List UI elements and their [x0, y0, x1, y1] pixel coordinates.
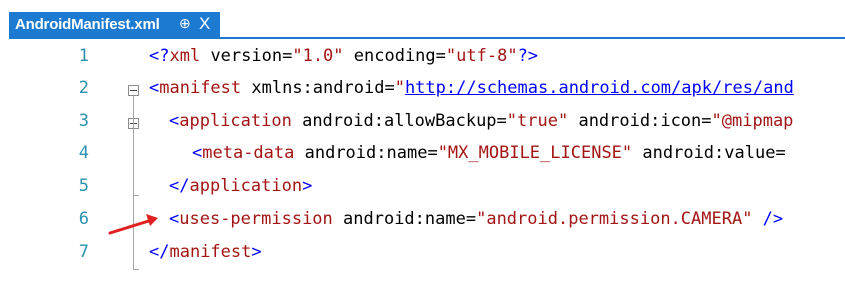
- token: version: [200, 46, 283, 66]
- token: >: [251, 242, 262, 262]
- token: application: [179, 111, 292, 131]
- line-number: 7: [78, 242, 89, 262]
- token: "1.0": [292, 46, 344, 66]
- token: <: [192, 143, 203, 163]
- line-number: 6: [78, 209, 89, 229]
- fold-toggle-icon[interactable]: [128, 85, 139, 96]
- code-line-1[interactable]: <?xml version="1.0" encoding="utf-8"?>: [149, 46, 538, 66]
- token: "utf-8": [445, 46, 518, 66]
- token: android:value: [632, 143, 776, 163]
- tab-title: AndroidManifest.xml: [15, 16, 160, 33]
- token: android:name: [332, 209, 466, 229]
- token: <: [149, 78, 160, 98]
- code-line-4[interactable]: <meta-data android:name="MX_MOBILE_LICEN…: [192, 143, 786, 163]
- code-line-3[interactable]: <application android:allowBackup="true" …: [169, 111, 793, 131]
- token: manifest: [169, 242, 252, 262]
- token: android:icon: [568, 111, 702, 131]
- token: "MX_MOBILE_LICENSE": [437, 143, 633, 163]
- url-link[interactable]: http://schemas.android.com/apk/res/and: [405, 78, 794, 98]
- code-line-7[interactable]: </manifest>: [149, 242, 262, 262]
- token: >: [302, 176, 313, 196]
- code-line-5[interactable]: </application>: [169, 176, 312, 196]
- pin-icon[interactable]: ⊕: [179, 15, 191, 32]
- token: manifest: [159, 78, 242, 98]
- line-number: 4: [78, 143, 89, 163]
- token: android:allowBackup: [291, 111, 497, 131]
- token: />: [752, 209, 784, 229]
- code-line-2[interactable]: <manifest xmlns:android="http://schemas.…: [149, 78, 794, 98]
- token: application: [189, 176, 303, 196]
- token: <: [169, 111, 180, 131]
- token: </: [169, 176, 190, 196]
- token: =: [465, 209, 477, 229]
- line-number: 5: [78, 176, 89, 196]
- token: =: [427, 143, 438, 163]
- red-arrow-annotation: [108, 214, 158, 235]
- close-icon[interactable]: X: [199, 14, 210, 34]
- token: meta-data: [202, 143, 295, 163]
- token: <?: [149, 46, 170, 66]
- token: ?>: [517, 46, 539, 66]
- code-line-6[interactable]: <uses-permission android:name="android.p…: [169, 209, 783, 229]
- token: =: [775, 143, 786, 163]
- line-number: 1: [78, 46, 89, 66]
- line-number: 2: [78, 78, 89, 98]
- document-tab-strip: AndroidManifest.xml ⊕ X: [0, 0, 845, 38]
- token: encoding: [343, 46, 436, 66]
- token: =: [384, 78, 395, 98]
- token: </: [149, 242, 170, 262]
- line-number: 3: [78, 111, 89, 131]
- token: xml: [169, 46, 201, 66]
- tab-androidmanifest[interactable]: AndroidManifest.xml ⊕ X: [9, 12, 220, 38]
- token: "@mipmap: [711, 111, 794, 131]
- token: android:name: [294, 143, 428, 163]
- fold-guide-end: [133, 195, 139, 196]
- token: <: [169, 209, 180, 229]
- token: =: [701, 111, 712, 131]
- token: =: [282, 46, 293, 66]
- fold-guide: [133, 129, 134, 195]
- code-editor[interactable]: 1 <?xml version="1.0" encoding="utf-8"?>…: [9, 39, 845, 306]
- fold-guide-end: [133, 269, 139, 270]
- token: "true": [506, 111, 569, 131]
- token: "android.permission.CAMERA": [476, 209, 753, 229]
- token: ": [394, 78, 405, 98]
- token: =: [496, 111, 507, 131]
- token: xmlns:android: [241, 78, 385, 98]
- token: uses-permission: [179, 209, 333, 229]
- token: =: [435, 46, 446, 66]
